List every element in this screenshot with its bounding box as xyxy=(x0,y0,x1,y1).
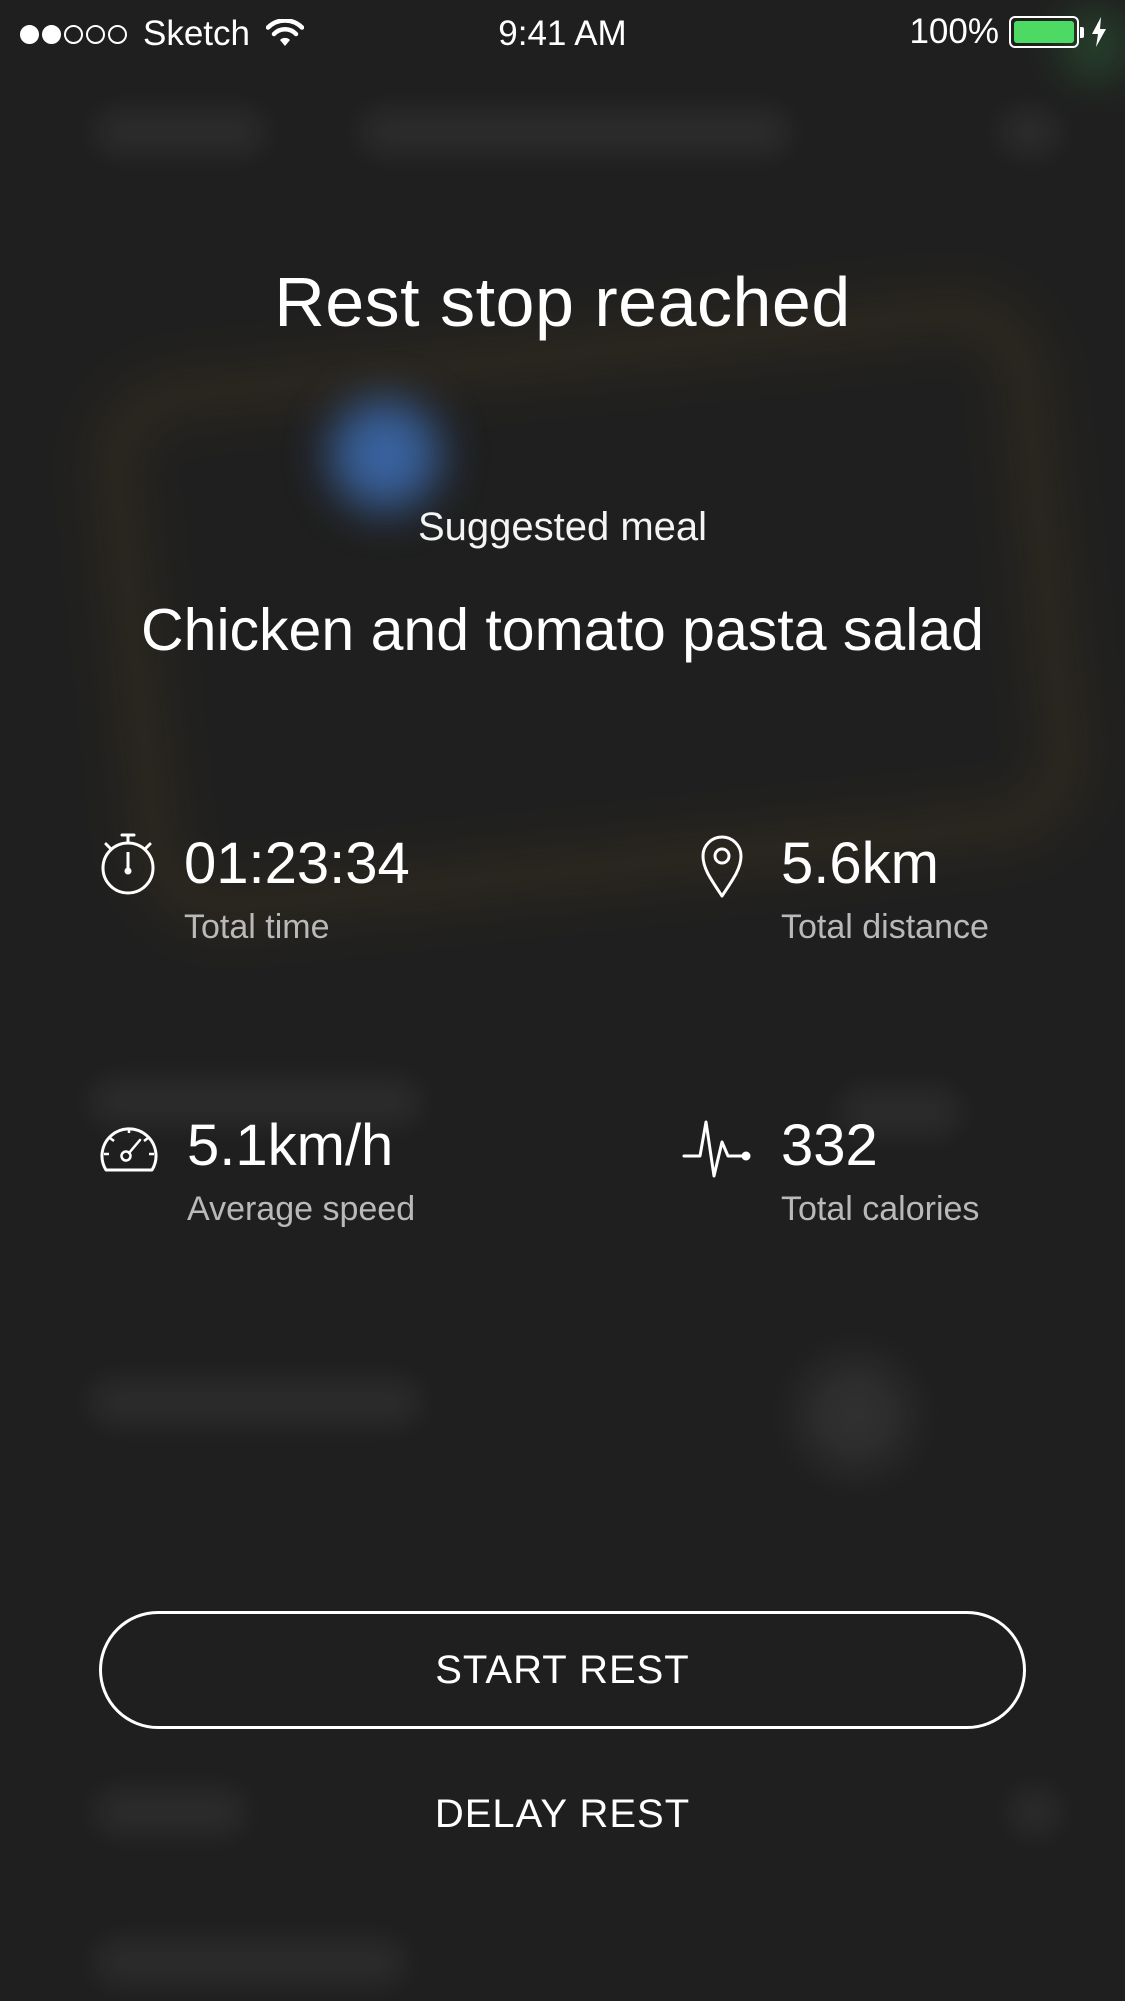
delay-rest-button[interactable]: DELAY REST xyxy=(0,1792,1125,1837)
average-speed-label: Average speed xyxy=(187,1190,416,1228)
status-bar: Sketch 9:41 AM 100% xyxy=(0,0,1125,66)
speedometer-icon xyxy=(100,1127,158,1172)
total-calories-label: Total calories xyxy=(781,1190,980,1228)
total-distance-label: Total distance xyxy=(781,908,989,946)
current-location-dot xyxy=(330,400,440,510)
heartbeat-icon xyxy=(682,1120,751,1178)
stat-total-time: 01:23:34 Total time xyxy=(98,830,518,960)
suggested-meal-name: Chicken and tomato pasta salad xyxy=(141,597,984,663)
total-distance-value: 5.6km xyxy=(781,831,939,896)
start-rest-button[interactable]: START REST xyxy=(99,1611,1026,1729)
battery-percent: 100% xyxy=(909,12,999,51)
total-time-label: Total time xyxy=(184,908,330,946)
battery-icon xyxy=(1009,16,1084,48)
stopwatch-icon xyxy=(101,833,155,895)
location-pin-icon xyxy=(701,835,743,898)
stat-average-speed: 5.1km/h Average speed xyxy=(98,1112,518,1242)
page-title: Rest stop reached xyxy=(274,263,851,341)
stat-total-calories: 332 Total calories xyxy=(682,1112,1102,1242)
charging-bolt-icon xyxy=(1092,17,1106,47)
total-calories-value: 332 xyxy=(781,1113,878,1178)
average-speed-value: 5.1km/h xyxy=(187,1113,394,1178)
total-time-value: 01:23:34 xyxy=(184,831,410,896)
stat-total-distance: 5.6km Total distance xyxy=(700,830,1100,960)
suggested-meal-label: Suggested meal xyxy=(417,505,708,549)
